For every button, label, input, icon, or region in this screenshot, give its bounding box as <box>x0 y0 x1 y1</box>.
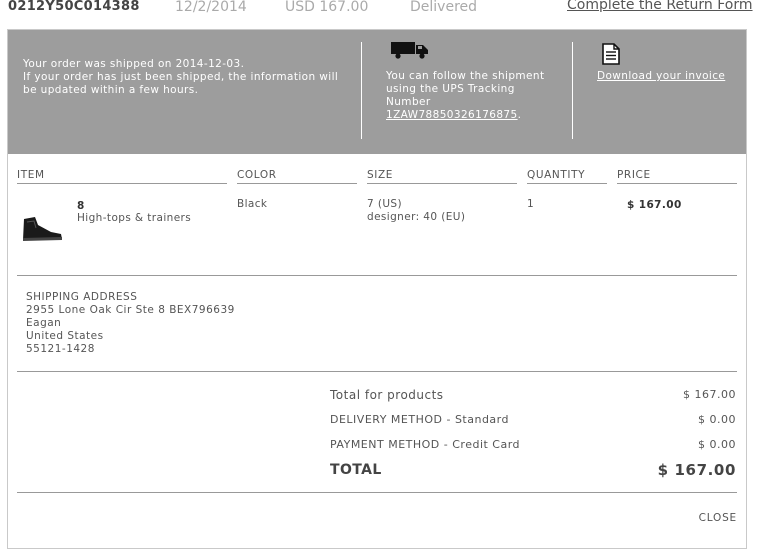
banner-divider <box>572 42 573 139</box>
shipping-address-label: SHIPPING ADDRESS <box>26 291 138 303</box>
shipped-message-line: Your order was shipped on 2014-12-03. <box>23 58 245 70</box>
order-detail-panel: Your order was shipped on 2014-12-03. If… <box>7 29 747 549</box>
close-button[interactable]: CLOSE <box>699 512 737 524</box>
tracking-text-line: using the UPS Tracking <box>386 83 515 95</box>
tracking-number-link[interactable]: 1ZAW78850326176875 <box>386 109 518 121</box>
section-divider <box>17 492 737 493</box>
item-quantity: 1 <box>527 198 535 210</box>
products-total-label: Total for products <box>330 388 444 402</box>
shipping-address: SHIPPING ADDRESS 2955 Lone Oak Cir Ste 8… <box>26 291 235 356</box>
return-form-link[interactable]: Complete the Return Form <box>567 0 753 13</box>
sneaker-thumbnail <box>23 217 62 241</box>
section-divider <box>17 275 737 276</box>
item-size-designer: designer: 40 (EU) <box>367 211 466 223</box>
products-total-value: $ 167.00 <box>683 388 736 401</box>
column-header-color: COLOR <box>237 169 357 184</box>
item-size-us: 7 (US) <box>367 198 402 210</box>
order-id: 0212Y50C014388 <box>8 0 140 14</box>
item-color: Black <box>237 198 268 210</box>
column-header-size: SIZE <box>367 169 517 184</box>
tracking-info: You can follow the shipment using the UP… <box>386 70 556 122</box>
address-line: Eagan <box>26 317 62 329</box>
order-total: USD 167.00 <box>285 0 369 15</box>
item-price: $ 167.00 <box>627 199 682 211</box>
truck-icon <box>391 42 428 59</box>
payment-method-label: PAYMENT METHOD - Credit Card <box>330 438 521 451</box>
column-header-item: ITEM <box>17 169 227 184</box>
item-name: High-tops & trainers <box>77 212 192 224</box>
address-line: 55121-1428 <box>26 343 95 355</box>
document-icon <box>602 43 620 65</box>
shipping-info-banner: Your order was shipped on 2014-12-03. If… <box>8 30 746 154</box>
payment-method-value: $ 0.00 <box>698 438 736 451</box>
grand-total-label: TOTAL <box>330 462 382 478</box>
tracking-text-line: You can follow the shipment <box>386 70 545 82</box>
delivery-method-value: $ 0.00 <box>698 413 736 426</box>
address-line: United States <box>26 330 104 342</box>
banner-divider <box>361 42 362 139</box>
grand-total-value: $ 167.00 <box>657 461 736 479</box>
download-invoice-link[interactable]: Download your invoice <box>597 70 725 83</box>
address-line: 2955 Lone Oak Cir Ste 8 BEX796639 <box>26 304 235 316</box>
shipped-message-line: be updated within a few hours. <box>23 84 199 96</box>
order-date: 12/2/2014 <box>175 0 247 15</box>
delivery-method-label: DELIVERY METHOD - Standard <box>330 413 509 426</box>
order-status: Delivered <box>410 0 478 15</box>
column-header-quantity: QUANTITY <box>527 169 607 184</box>
tracking-text-line: Number <box>386 96 431 108</box>
tracking-suffix: . <box>517 109 522 121</box>
shipped-message: Your order was shipped on 2014-12-03. If… <box>23 58 343 97</box>
shipped-message-line: If your order has just been shipped, the… <box>23 71 339 83</box>
column-header-price: PRICE <box>617 169 737 184</box>
order-row: 0212Y50C014388 12/2/2014 USD 167.00 Deli… <box>0 0 764 22</box>
section-divider <box>17 371 737 372</box>
